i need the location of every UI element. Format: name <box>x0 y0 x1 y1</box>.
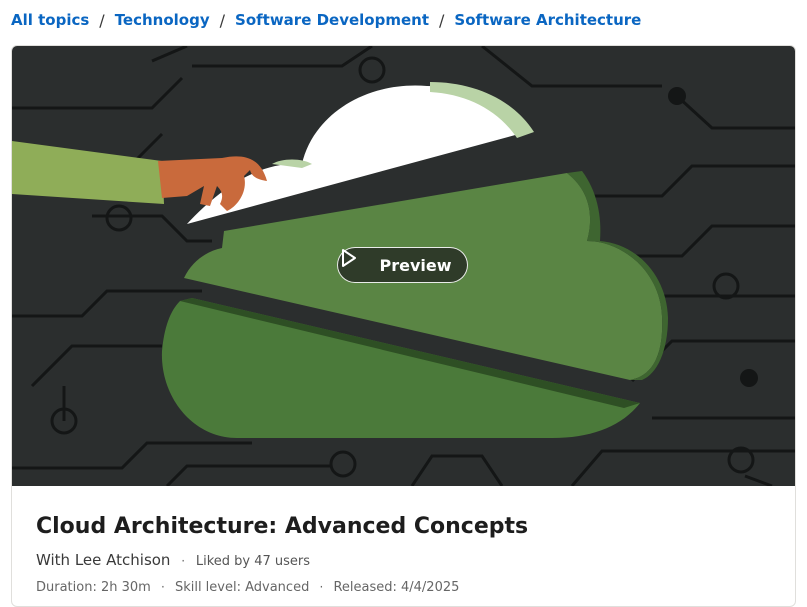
skill-level-label: Skill level: Advanced <box>174 580 310 595</box>
play-icon <box>342 249 373 275</box>
breadcrumb-separator: / <box>439 10 445 30</box>
author-row: With Lee Atchison · Liked by 47 users <box>36 547 776 573</box>
breadcrumb-software-architecture[interactable]: Software Architecture <box>454 11 641 29</box>
meta-separator: · <box>319 580 324 594</box>
breadcrumb-all-topics[interactable]: All topics <box>11 11 89 29</box>
author-label[interactable]: With Lee Atchison <box>36 551 170 569</box>
arm-sleeve <box>12 141 164 204</box>
preview-button[interactable]: Preview <box>337 247 468 283</box>
course-card: Preview Cloud Architecture: Advanced Con… <box>11 45 796 607</box>
breadcrumb-separator: / <box>219 10 226 30</box>
released-date-label: Released: 4/4/2025 <box>333 580 460 595</box>
preview-label: Preview <box>379 255 452 275</box>
breadcrumb: All topics / Technology / Software Devel… <box>11 9 641 31</box>
meta-separator: · <box>160 580 165 594</box>
course-title[interactable]: Cloud Architecture: Advanced Concepts <box>36 508 776 546</box>
likes-count: Liked by 47 users <box>195 554 311 569</box>
course-info: Cloud Architecture: Advanced Concepts Wi… <box>36 508 776 600</box>
duration-label: Duration: 2h 30m <box>36 580 151 595</box>
breadcrumb-separator: / <box>99 10 105 30</box>
breadcrumb-software-development[interactable]: Software Development <box>235 11 429 29</box>
meta-separator: · <box>181 554 186 568</box>
course-thumbnail[interactable]: Preview <box>12 46 795 486</box>
course-details-row: Duration: 2h 30m · Skill level: Advanced… <box>36 574 776 600</box>
breadcrumb-technology[interactable]: Technology <box>115 11 210 29</box>
